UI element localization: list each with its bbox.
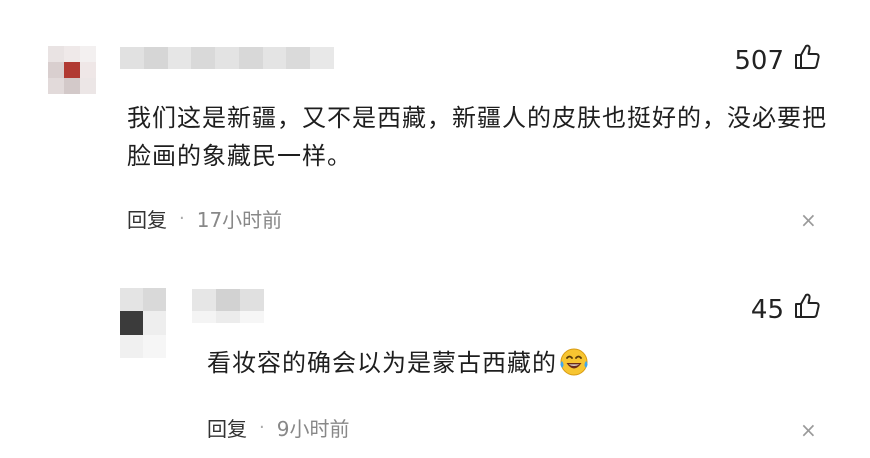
- close-icon[interactable]: ×: [800, 418, 817, 442]
- comment-text-content: 看妆容的确会以为是蒙古西藏的: [207, 349, 557, 377]
- like-control[interactable]: 45: [751, 291, 822, 328]
- thumbs-up-icon[interactable]: [792, 42, 822, 79]
- like-count: 45: [750, 294, 784, 325]
- avatar[interactable]: [48, 46, 96, 94]
- avatar[interactable]: [120, 288, 166, 358]
- reply-button[interactable]: 回复: [127, 204, 167, 233]
- reply-button[interactable]: 回复: [207, 413, 247, 442]
- meta-separator: ·: [179, 208, 185, 229]
- comment-meta: 回复 · 9小时前: [207, 413, 349, 442]
- username-blurred-lower: [192, 311, 264, 323]
- timestamp: 9小时前: [276, 417, 350, 441]
- timestamp: 17小时前: [196, 208, 283, 232]
- comment-meta: 回复 · 17小时前: [127, 204, 282, 233]
- username-blurred[interactable]: [120, 47, 334, 69]
- laughing-tears-emoji-icon: [559, 347, 589, 388]
- like-control[interactable]: 507: [734, 42, 822, 79]
- thumbs-up-icon[interactable]: [792, 291, 822, 328]
- username-blurred[interactable]: [192, 289, 264, 311]
- meta-separator: ·: [259, 417, 265, 438]
- close-icon[interactable]: ×: [800, 208, 817, 232]
- like-count: 507: [734, 45, 784, 76]
- comment-text: 我们这是新疆，又不是西藏，新疆人的皮肤也挺好的，没必要把脸画的象藏民一样。: [127, 104, 827, 170]
- comment-text: 看妆容的确会以为是蒙古西藏的: [207, 344, 767, 388]
